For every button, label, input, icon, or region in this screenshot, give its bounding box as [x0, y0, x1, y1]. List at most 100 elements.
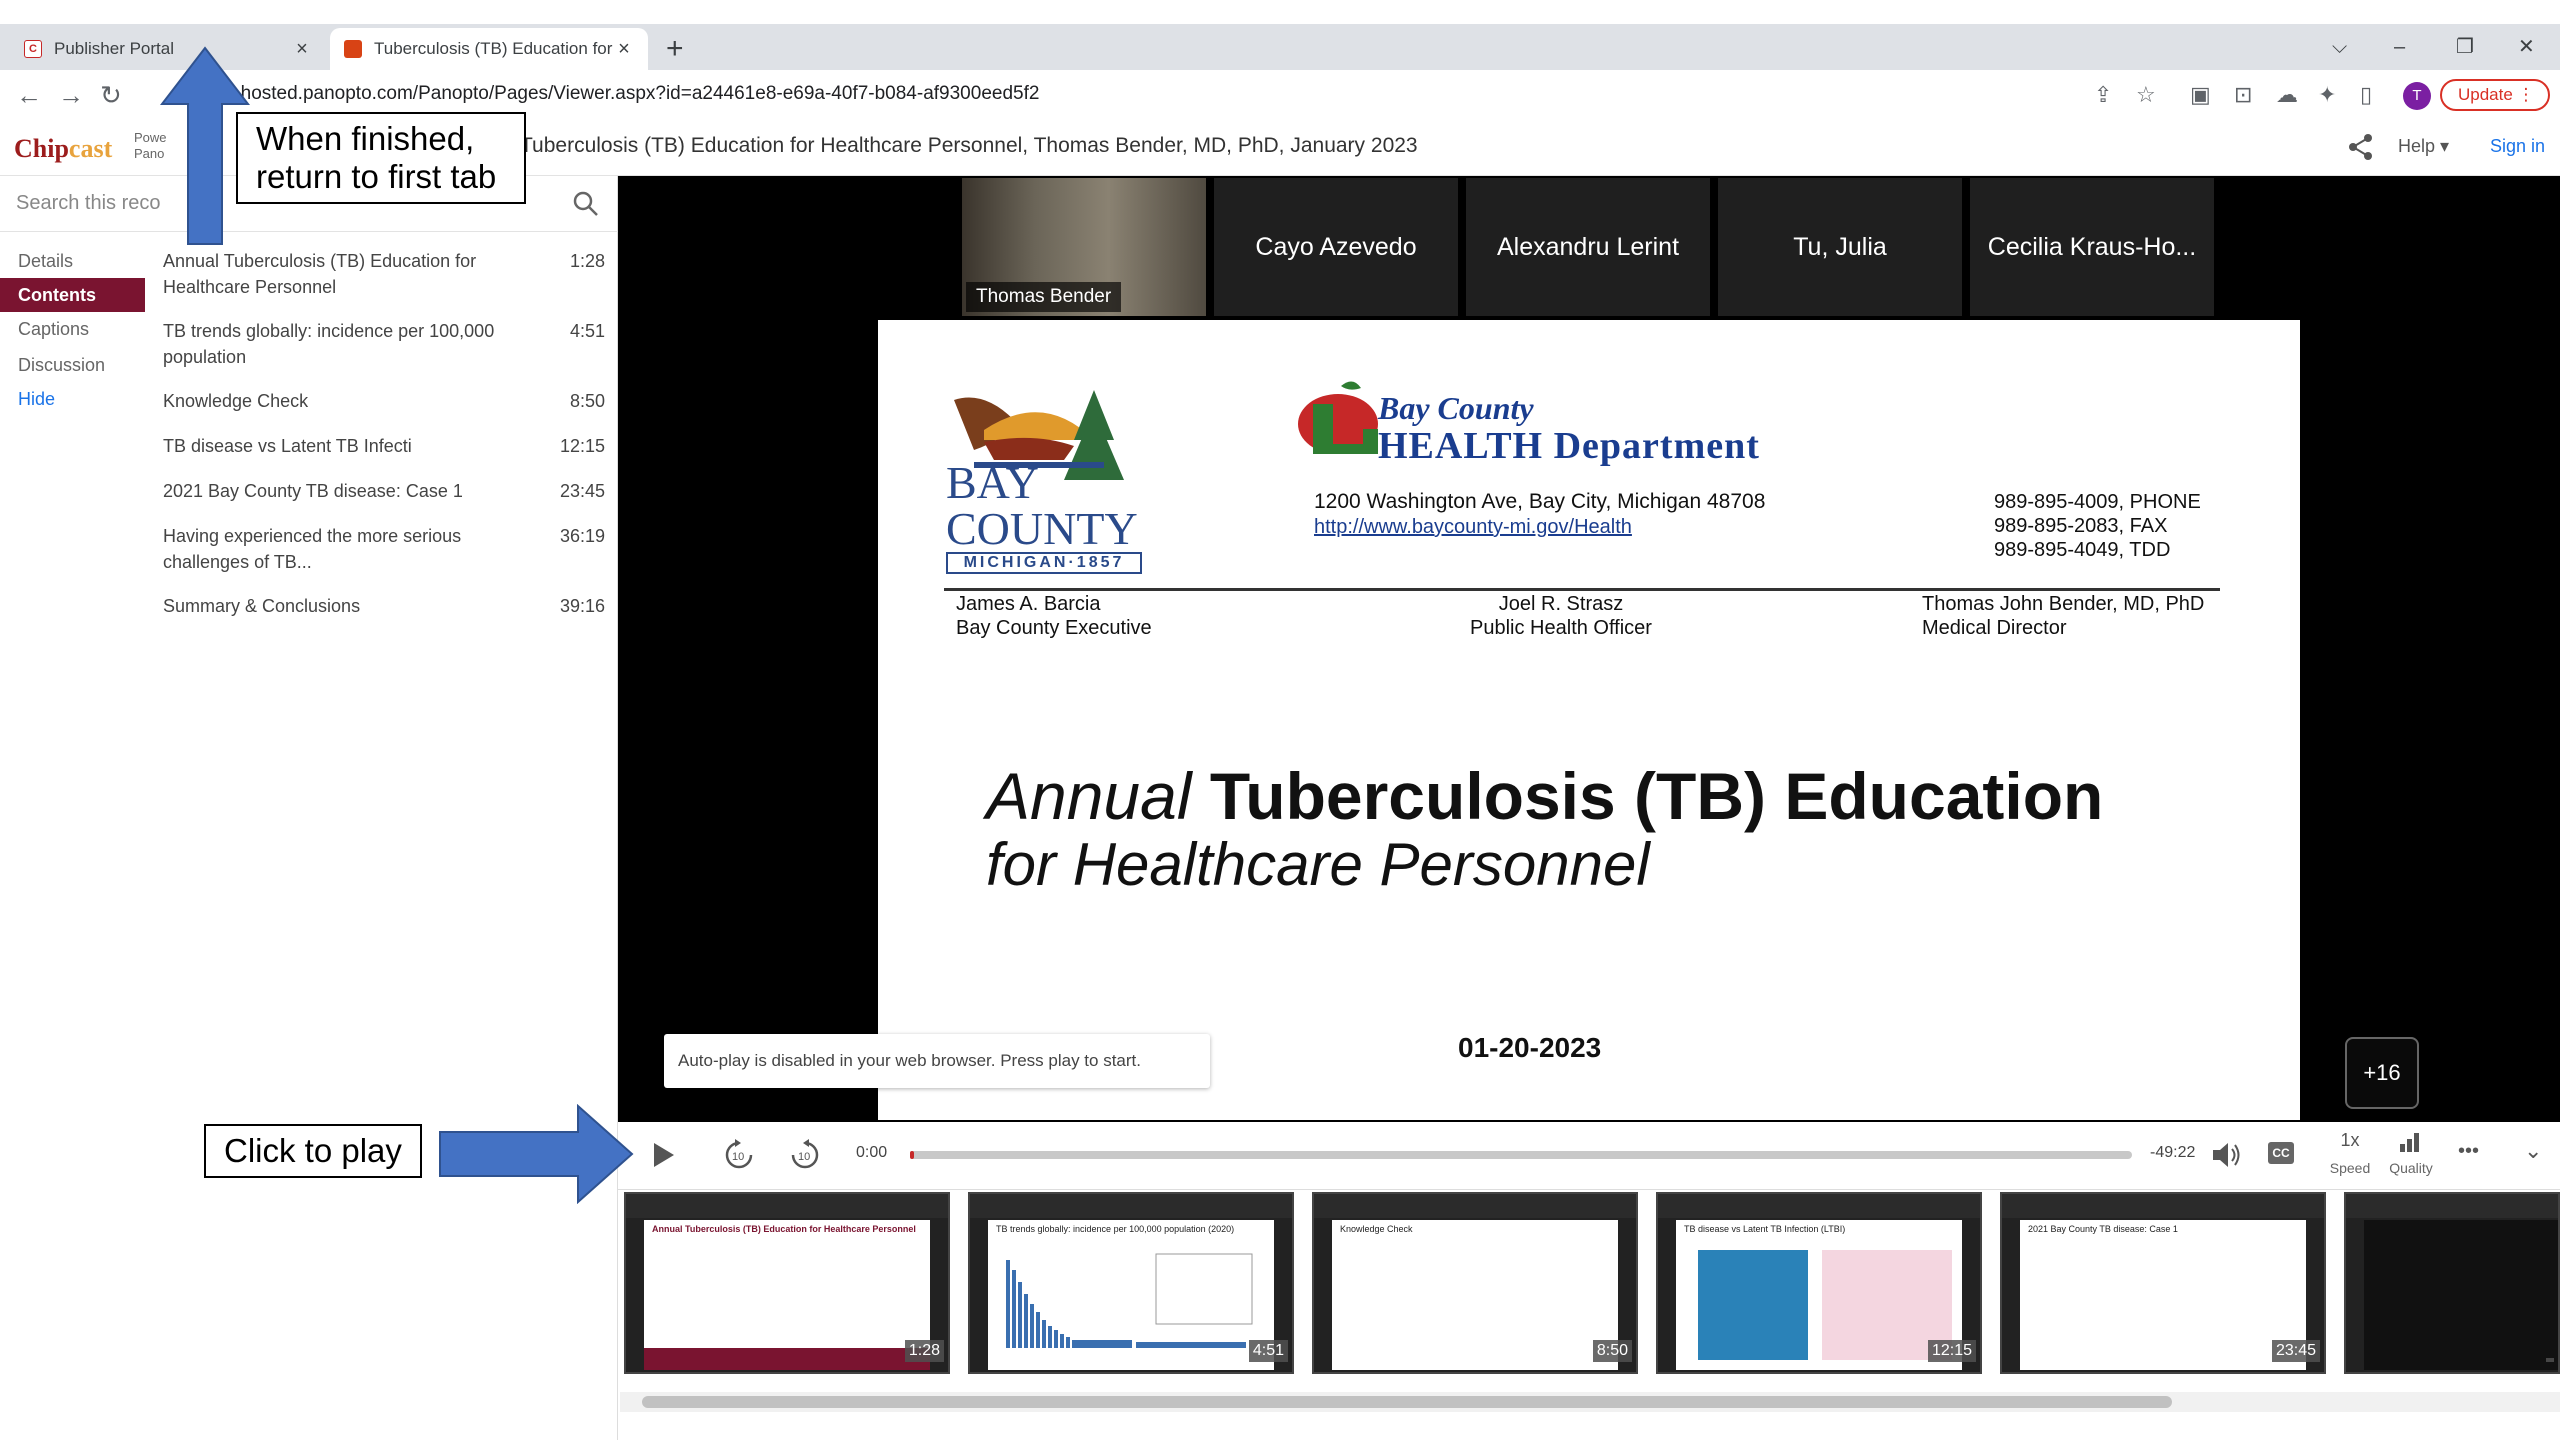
address-bar[interactable]: est.hosted.panopto.com/Panopto/Pages/Vie…: [210, 83, 1039, 105]
progress-bar[interactable]: [910, 1151, 2132, 1159]
nav-captions[interactable]: Captions: [0, 312, 145, 346]
participant-tile: Tu, Julia: [1718, 178, 1962, 316]
entry-title: 2021 Bay County TB disease: Case 1: [163, 481, 463, 501]
entry-title: Knowledge Check: [163, 391, 309, 411]
thumbnail-time: 8:50: [1592, 1340, 1632, 1362]
more-options-icon[interactable]: •••: [2458, 1140, 2479, 1163]
speed-value[interactable]: 1x: [2330, 1130, 2370, 1151]
contents-entry[interactable]: Summary & Conclusions 39:16: [163, 593, 613, 621]
volume-icon[interactable]: [2210, 1140, 2242, 1170]
update-button[interactable]: Update ⋮: [2440, 79, 2550, 111]
logo-accent-text: cast: [68, 134, 113, 163]
rewind-10-icon[interactable]: 10: [722, 1138, 756, 1172]
tab-search-icon[interactable]: ⌵: [2332, 30, 2347, 64]
phone-line: 989-895-4009, PHONE: [1994, 491, 2201, 513]
contents-entry[interactable]: Annual Tuberculosis (TB) Education for H…: [163, 248, 613, 300]
entry-time: 39:16: [559, 596, 605, 616]
svg-text:10: 10: [798, 1151, 810, 1163]
entry-time: 1:28: [569, 251, 605, 271]
forward-10-icon[interactable]: 10: [788, 1138, 822, 1172]
contents-entry[interactable]: TB disease vs Latent TB Infecti 12:15: [163, 433, 613, 461]
slide-divider: [944, 588, 2220, 591]
tab-tuberculosis[interactable]: Tuberculosis (TB) Education for H ×: [330, 28, 648, 70]
official-medical-director: Thomas John Bender, MD, PhD Medical Dire…: [1922, 592, 2204, 640]
search-input[interactable]: Search this reco: [16, 192, 166, 215]
side-panel-icon[interactable]: ▯: [2360, 82, 2372, 108]
profile-avatar[interactable]: T: [2403, 82, 2431, 110]
chipcast-logo: Chipcast: [14, 134, 112, 164]
bay-line: BAY: [946, 457, 1039, 508]
extension-icon[interactable]: ⊡: [2234, 82, 2252, 108]
search-icon[interactable]: [572, 190, 600, 218]
slide-main-title: Annual Tuberculosis (TB) Education: [986, 760, 2103, 832]
panopto-favicon-icon: [344, 40, 362, 58]
back-icon[interactable]: ←: [16, 80, 42, 110]
reload-icon[interactable]: ↻: [100, 80, 122, 110]
scrollbar-thumb[interactable]: [642, 1396, 2172, 1408]
thumbnail[interactable]: Annual Tuberculosis (TB) Education for H…: [624, 1192, 950, 1374]
thumbnail[interactable]: 2021 Bay County TB disease: Case 1 23:45: [2000, 1192, 2326, 1374]
thumbnail-slide: [2020, 1220, 2306, 1370]
thumbnail-slide: [644, 1220, 930, 1370]
contents-entry[interactable]: Having experienced the more serious chal…: [163, 523, 613, 575]
thumbnail-time: 4:51: [1248, 1340, 1288, 1362]
bookmark-star-icon[interactable]: ☆: [2136, 82, 2156, 108]
minimize-icon[interactable]: –: [2394, 30, 2405, 64]
share-icon[interactable]: [2346, 132, 2376, 162]
thumbnail-title: TB trends globally: incidence per 100,00…: [996, 1224, 1235, 1234]
current-time: 0:00: [856, 1144, 888, 1161]
window-close-icon[interactable]: ✕: [2518, 30, 2535, 64]
captions-button[interactable]: CC: [2268, 1142, 2294, 1164]
more-participants-button[interactable]: +16: [2345, 1037, 2419, 1109]
thumbnail[interactable]: [2344, 1192, 2560, 1374]
participant-tile: Cayo Azevedo: [1214, 178, 1458, 316]
svg-text:10: 10: [732, 1151, 744, 1163]
progress-fill: [910, 1151, 914, 1159]
nav-details[interactable]: Details: [0, 244, 145, 278]
extension-icon[interactable]: ▣: [2190, 82, 2211, 108]
speed-label: Speed: [2329, 1160, 2371, 1176]
nav-discussion[interactable]: Discussion: [0, 348, 145, 382]
entry-title: Having experienced the more serious chal…: [163, 526, 462, 572]
contents-entry[interactable]: TB trends globally: incidence per 100,00…: [163, 318, 613, 370]
screen: C Publisher Portal × Tuberculosis (TB) E…: [0, 0, 2560, 1440]
official-name: Joel R. Strasz: [1498, 593, 1624, 615]
thumbnail[interactable]: TB trends globally: incidence per 100,00…: [968, 1192, 1294, 1374]
thumbnail-time: 12:15: [1927, 1340, 1976, 1362]
slide-date: 01-20-2023: [1458, 1032, 1602, 1063]
contents-entry[interactable]: Knowledge Check 8:50: [163, 388, 613, 416]
tab-close-icon[interactable]: ×: [614, 38, 634, 61]
left-sidebar: Search this reco Details Contents Captio…: [0, 176, 618, 1440]
new-tab-button[interactable]: +: [666, 32, 684, 66]
logo-text: Chip: [14, 134, 69, 163]
cloud-extension-icon[interactable]: ☁: [2276, 82, 2298, 108]
participant-tile: Alexandru Lerint: [1466, 178, 1710, 316]
title-bold: Tuberculosis (TB) Education: [1209, 759, 2104, 833]
puzzle-extensions-icon[interactable]: ✦: [2318, 82, 2336, 108]
fax-line: 989-895-2083, FAX: [1994, 515, 2168, 537]
quality-icon[interactable]: [2396, 1130, 2426, 1154]
collapse-chevron-icon[interactable]: ⌄: [2524, 1138, 2542, 1164]
nav-contents[interactable]: Contents: [0, 278, 145, 312]
right-arrow-annotation-icon: [439, 1104, 634, 1204]
nav-hide[interactable]: Hide: [0, 382, 145, 416]
michigan-1857-label: MICHIGAN·1857: [946, 552, 1142, 574]
contents-entry[interactable]: 2021 Bay County TB disease: Case 1 23:45: [163, 478, 613, 506]
play-icon[interactable]: [648, 1140, 678, 1170]
entry-time: 8:50: [569, 391, 605, 411]
return-to-first-tab-callout: When finished, return to first tab: [236, 112, 526, 204]
thumbnail[interactable]: TB disease vs Latent TB Infection (LTBI)…: [1656, 1192, 1982, 1374]
restore-icon[interactable]: ❐: [2456, 30, 2474, 64]
thumbnail-participants-strip: [1314, 1194, 1636, 1218]
share-page-icon[interactable]: ⇪: [2094, 82, 2112, 108]
sign-in-link[interactable]: Sign in: [2490, 136, 2545, 157]
tab-close-icon[interactable]: ×: [292, 38, 312, 61]
thumbnail[interactable]: Knowledge Check 8:50: [1312, 1192, 1638, 1374]
thumbnail-scrollbar[interactable]: [620, 1392, 2560, 1412]
thumbnail-bar-chart-icon: [1006, 1253, 1253, 1348]
help-menu[interactable]: Help ▾: [2398, 136, 2449, 157]
thumbnail-participants-strip: [2346, 1194, 2558, 1218]
forward-icon[interactable]: →: [58, 80, 84, 110]
entry-title: Summary & Conclusions: [163, 596, 361, 616]
autoplay-notice: Auto-play is disabled in your web browse…: [664, 1034, 1210, 1088]
